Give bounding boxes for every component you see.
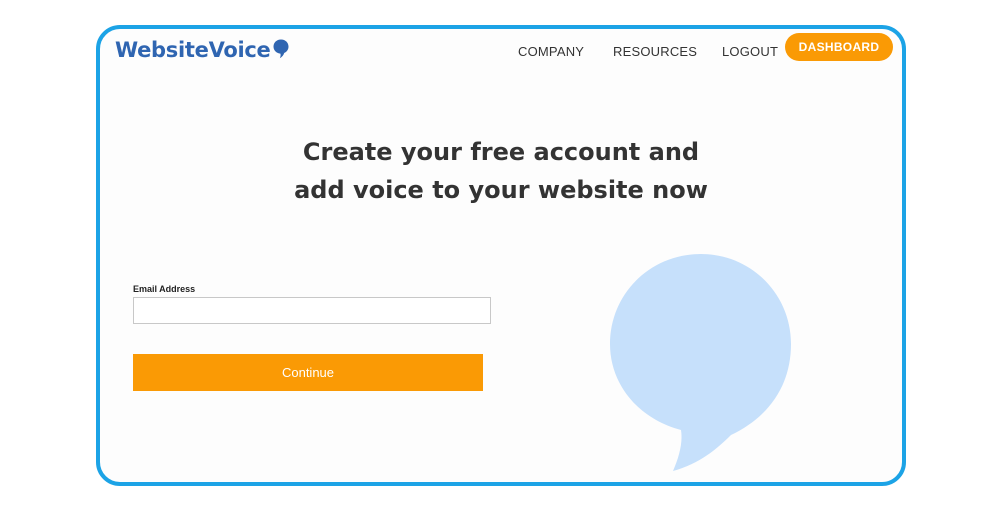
browser-frame: WebsiteVoice COMPANY RESOURCES LOGOUT DA… — [96, 25, 906, 486]
logo-text: WebsiteVoice — [115, 38, 271, 62]
headline-line-1: Create your free account and — [302, 138, 700, 166]
email-label: Email Address — [133, 284, 196, 294]
headline-line-2: add voice to your website now — [294, 176, 708, 204]
continue-button[interactable]: Continue — [133, 354, 483, 391]
speech-bubble-icon — [273, 39, 289, 59]
nav-resources-link[interactable]: RESOURCES — [613, 44, 697, 59]
page-headline: Create your free account and add voice t… — [100, 133, 902, 209]
nav-company-link[interactable]: COMPANY — [518, 44, 584, 59]
nav-logout-link[interactable]: LOGOUT — [722, 44, 778, 59]
speech-bubble-illustration — [605, 249, 795, 474]
email-input[interactable] — [133, 297, 491, 324]
logo[interactable]: WebsiteVoice — [115, 38, 289, 62]
dashboard-button[interactable]: DASHBOARD — [785, 33, 893, 61]
